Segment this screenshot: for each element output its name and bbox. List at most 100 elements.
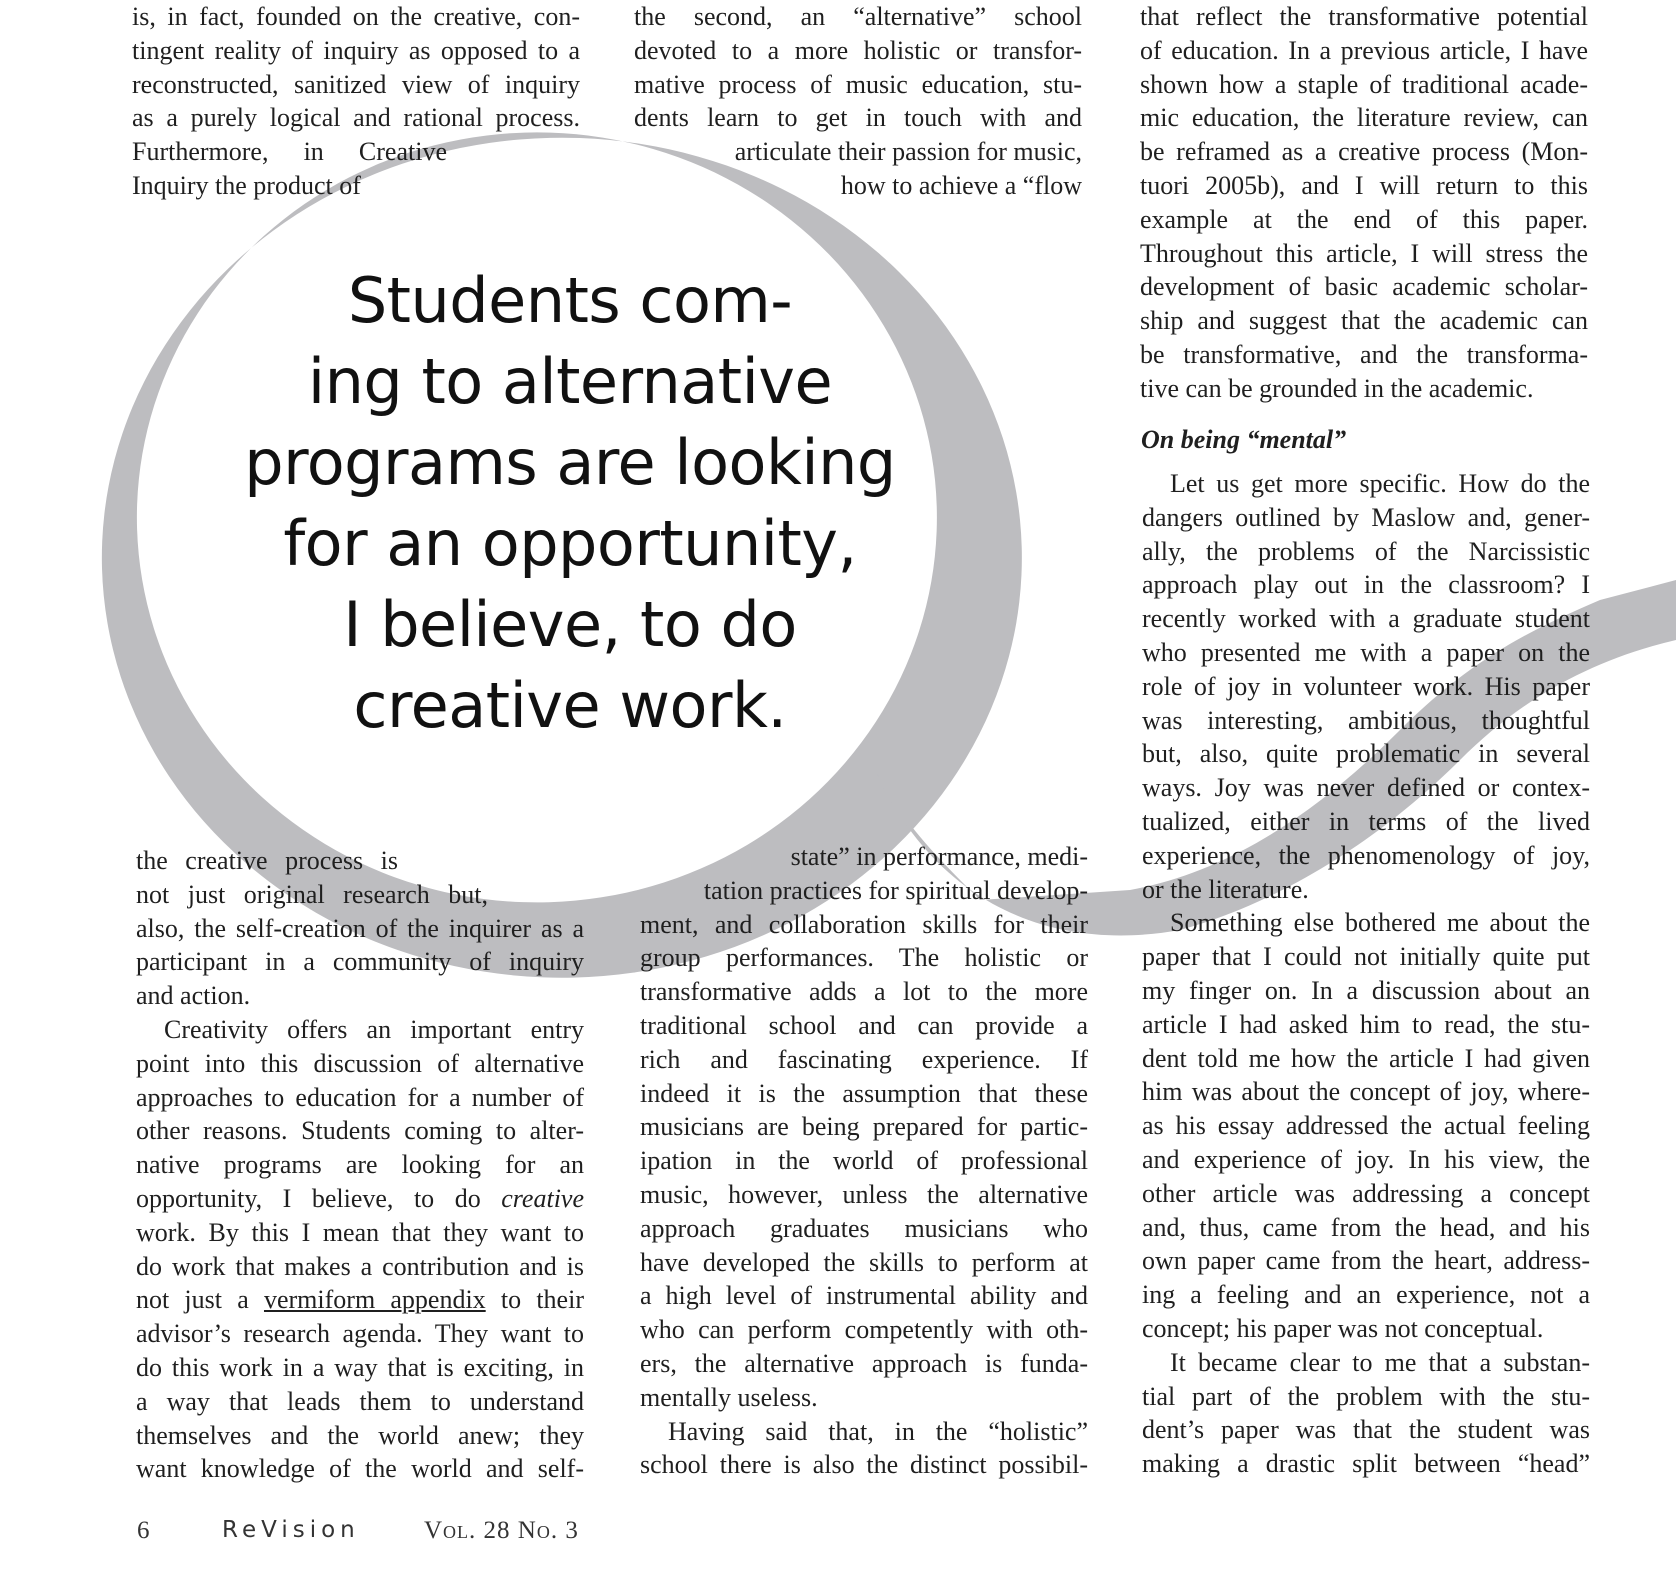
text-line: who presented me with a paper on the <box>1142 637 1590 667</box>
text-line: who can perform competently with oth- <box>640 1315 1088 1345</box>
text-line: rich and fascinating experience. If <box>640 1044 1088 1074</box>
text-line: tial part of the problem with the stu- <box>1142 1381 1590 1411</box>
text-line: but, also, quite problematic in several <box>1142 739 1590 769</box>
text-line: a way that leads them to understand <box>136 1386 584 1416</box>
column-3-text: that reflect the transformative potentia… <box>1140 0 1588 406</box>
text-line: Furthermore, in Creative <box>132 137 447 167</box>
column-1-bottom-text: the creative process is not just origina… <box>136 844 584 1486</box>
text-line: group performances. The holistic or <box>640 943 1088 973</box>
text-line: opportunity, I believe, to do creative <box>136 1182 584 1216</box>
emphasis-text: creative <box>501 1183 584 1213</box>
text-line: devoted to a more holistic or transfor- <box>634 35 1082 65</box>
text-line: tingent reality of inquiry as opposed to… <box>132 35 580 65</box>
section-heading: On being “mental” <box>1141 425 1347 454</box>
text-line: be transformative, and the transforma- <box>1140 339 1588 369</box>
text-line: own paper came from the heart, address- <box>1142 1246 1590 1276</box>
text-line: shown how a staple of traditional acade- <box>1140 69 1588 99</box>
text-line: how to achieve a “flow <box>840 170 1082 200</box>
text-line: also, the self-creation of the inquirer … <box>136 913 584 943</box>
text-line: approaches to education for a number of <box>136 1082 584 1112</box>
text-line: musicians are being prepared for partic- <box>640 1112 1088 1142</box>
text-line: advisor’s research agenda. They want to <box>136 1319 584 1349</box>
text-line: and experience of joy. In his view, the <box>1142 1144 1590 1174</box>
journal-name: ReVision <box>222 1517 360 1543</box>
column-3-lower-text: Let us get more specific. How do the dan… <box>1142 467 1590 1481</box>
text-line: themselves and the world anew; they <box>136 1420 584 1450</box>
text-line: native programs are looking for an <box>136 1150 584 1180</box>
pull-quote-line: programs are looking <box>244 426 896 499</box>
text-line: do this work in a way that is exciting, … <box>136 1352 584 1382</box>
text-line: example at the end of this paper. <box>1140 204 1588 234</box>
text-line: and action. <box>136 981 251 1011</box>
text-line: tuori 2005b), and I will return to this <box>1140 170 1588 200</box>
text-line: state” in performance, medi- <box>790 842 1088 871</box>
text-span: opportunity, I believe, to do <box>136 1183 502 1213</box>
text-line: dangers outlined by Maslow and, gener- <box>1142 502 1590 532</box>
text-line: development of basic academic scholar- <box>1140 272 1588 302</box>
text-line: school there is also the distinct possib… <box>640 1450 1088 1480</box>
text-line: as a purely logical and rational process… <box>132 103 580 133</box>
text-line: want knowledge of the world and self- <box>136 1454 584 1484</box>
text-line: and, thus, came from the head, and his <box>1142 1212 1590 1242</box>
text-line: experience, the phenomenology of joy, <box>1142 840 1590 870</box>
text-line: ment, and collaboration skills for their <box>640 909 1088 939</box>
text-line: point into this discussion of alternativ… <box>136 1048 584 1078</box>
text-line: It became clear to me that a substan- <box>1170 1347 1590 1377</box>
text-line: other reasons. Students coming to alter- <box>136 1116 584 1146</box>
text-line: ways. Joy was never defined or contex- <box>1142 773 1590 803</box>
text-line: ipation in the world of professional <box>640 1146 1088 1176</box>
text-line: the second, an “alternative” school <box>634 2 1082 31</box>
text-line: that reflect the transformative potentia… <box>1140 2 1588 31</box>
text-line: other article was addressing a concept <box>1142 1178 1590 1208</box>
text-line: as his essay addressed the actual feelin… <box>1142 1111 1590 1141</box>
text-line: indeed it is the assumption that these <box>640 1078 1088 1108</box>
text-line: traditional school and can provide a <box>640 1010 1088 1040</box>
text-line: participant in a community of inquiry <box>136 947 584 977</box>
pull-quote-line: creative work. <box>353 669 787 742</box>
column-2-top-text: the second, an “alternative” school devo… <box>634 0 1082 203</box>
text-line: work. By this I mean that they want to <box>136 1217 584 1247</box>
text-line: recently worked with a graduate student <box>1142 604 1590 634</box>
text-line: not just original research but, <box>136 879 488 909</box>
text-line: him was about the concept of joy, where- <box>1142 1077 1590 1107</box>
pull-quote-line: for an opportunity, <box>283 507 857 580</box>
text-line: approach graduates musicians who <box>640 1213 1088 1243</box>
text-line: do work that makes a contribution and is <box>136 1251 584 1281</box>
text-line: Something else bothered me about the <box>1170 908 1590 938</box>
pull-quote: Students com- ing to alternative program… <box>170 260 970 746</box>
text-span: to their <box>485 1285 584 1315</box>
text-line: Inquiry the product of <box>132 170 361 200</box>
page-number: 6 <box>137 1517 150 1544</box>
text-line: approach play out in the classroom? I <box>1142 570 1590 600</box>
text-line: making a drastic split between “head” <box>1142 1449 1590 1479</box>
text-line: dent told me how the article I had given <box>1142 1043 1590 1073</box>
text-line: not just a vermiform appendix to their <box>136 1283 584 1317</box>
text-line: my finger on. In a discussion about an <box>1142 975 1590 1005</box>
text-span: not just a <box>136 1285 264 1315</box>
pull-quote-line: I believe, to do <box>343 588 797 661</box>
text-line: is, in fact, founded on the creative, co… <box>132 2 580 31</box>
text-line: a high level of instrumental ability and <box>640 1281 1088 1311</box>
text-line: reconstructed, sanitized view of inquiry <box>132 69 580 99</box>
text-line: be reframed as a creative process (Mon- <box>1140 137 1588 167</box>
text-line: or the literature. <box>1142 874 1309 904</box>
text-line: paper that I could not initially quite p… <box>1142 942 1590 972</box>
text-line: Having said that, in the “holistic” <box>668 1416 1088 1446</box>
text-line: mative process of music education, stu- <box>634 69 1082 99</box>
pull-quote-line: ing to alternative <box>307 345 833 418</box>
text-line: mic education, the literature review, ca… <box>1140 103 1588 133</box>
text-line: ing a feeling and an experience, not a <box>1142 1280 1590 1310</box>
text-line: Throughout this article, I will stress t… <box>1140 238 1588 268</box>
text-line: Creativity offers an important entry <box>164 1014 584 1044</box>
column-2-bottom-text: state” in performance, medi- tation prac… <box>640 840 1088 1482</box>
text-line: tualized, either in terms of the lived <box>1142 806 1590 836</box>
text-line: concept; his paper was not conceptual. <box>1142 1313 1544 1343</box>
column-1-top-text: is, in fact, founded on the creative, co… <box>132 0 580 203</box>
text-line: the creative process is <box>136 846 398 875</box>
text-line: was interesting, ambitious, thoughtful <box>1142 705 1590 735</box>
text-line: role of joy in volunteer work. His paper <box>1142 671 1590 701</box>
text-line: dent’s paper was that the student was <box>1142 1415 1590 1445</box>
text-line: of education. In a previous article, I h… <box>1140 35 1588 65</box>
text-line: Let us get more specific. How do the <box>1170 469 1590 498</box>
text-line: articulate their passion for music, <box>734 137 1082 167</box>
